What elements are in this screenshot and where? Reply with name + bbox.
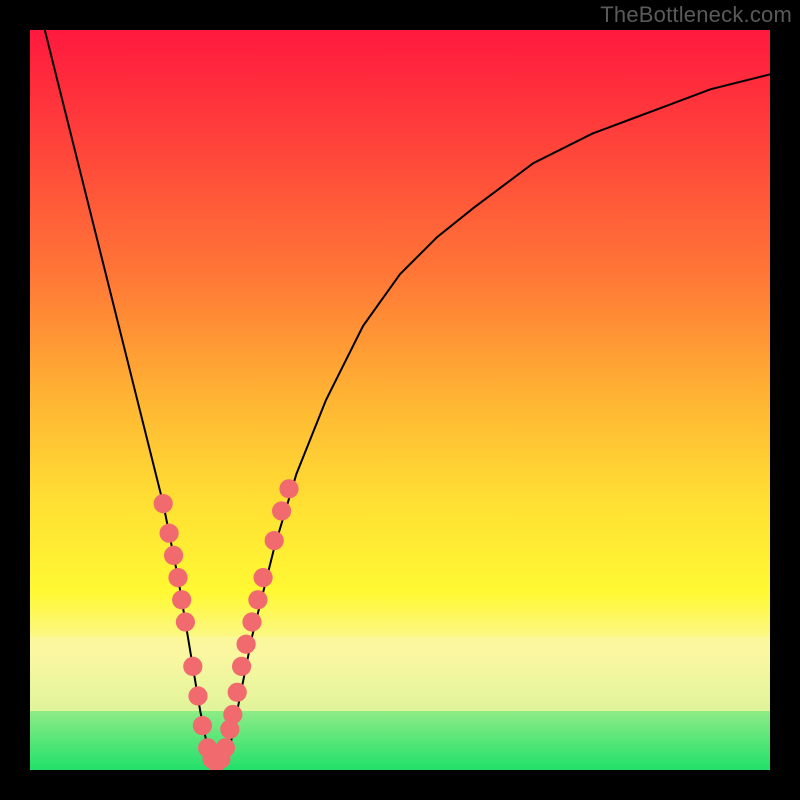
chart-frame: TheBottleneck.com [0, 0, 800, 800]
marker-dot [168, 568, 187, 587]
marker-dot [193, 716, 212, 735]
marker-dot [242, 612, 261, 631]
marker-dots [154, 479, 299, 770]
marker-dot [265, 531, 284, 550]
marker-dot [160, 524, 179, 543]
chart-svg [30, 30, 770, 770]
watermark-text: TheBottleneck.com [600, 2, 792, 28]
marker-dot [223, 705, 242, 724]
marker-dot [188, 686, 207, 705]
marker-dot [248, 590, 267, 609]
marker-dot [216, 738, 235, 757]
marker-dot [176, 612, 195, 631]
marker-dot [272, 501, 291, 520]
marker-dot [183, 657, 202, 676]
marker-dot [164, 546, 183, 565]
curve-line [45, 30, 770, 763]
marker-dot [237, 635, 256, 654]
marker-dot [254, 568, 273, 587]
marker-dot [232, 657, 251, 676]
marker-dot [154, 494, 173, 513]
marker-dot [279, 479, 298, 498]
marker-dot [228, 683, 247, 702]
marker-dot [172, 590, 191, 609]
